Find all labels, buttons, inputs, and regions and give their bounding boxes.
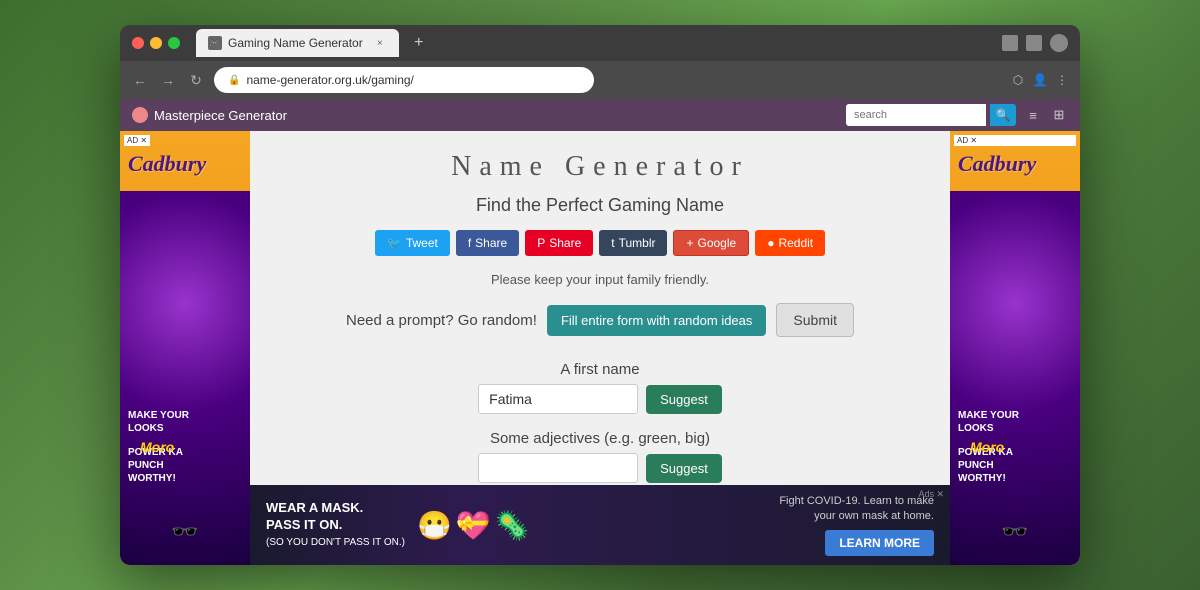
forward-button[interactable]: → [158,70,178,90]
reddit-button[interactable]: ● Reddit [755,230,825,256]
ad-sunglasses-icon-right: 🕶️ [1001,519,1028,545]
ad-badge-right: AD ✕ [954,135,1076,146]
site-name: Masterpiece Generator [154,108,287,123]
learn-more-button[interactable]: LEARN MORE [825,530,934,556]
close-window-button[interactable] [132,37,144,49]
logo-icon [132,107,148,123]
adjectives-label: Some adjectives (e.g. green, big) [490,430,710,447]
google-icon: + [686,236,693,250]
window-icon-2 [1026,35,1042,51]
menu-icon[interactable]: ⋮ [1054,72,1070,88]
bottom-ad-info: Fight COVID-19. Learn to makeyour own ma… [779,494,934,525]
tab-close-button[interactable]: × [373,36,387,50]
adjectives-suggest-button[interactable]: Suggest [646,454,722,483]
ad-right: AD ✕ Cadbury MAKE YOURLOOKS Moro POWER K… [950,131,1080,565]
random-prompt-label: Need a prompt? Go random! [346,312,537,329]
page-subtitle: Find the Perfect Gaming Name [476,195,724,216]
tab-title: Gaming Name Generator [228,36,363,50]
toolbar-search[interactable]: 🔍 [846,104,1016,126]
site-logo[interactable]: Masterpiece Generator [132,107,287,123]
profile-menu-icon[interactable]: 👤 [1032,72,1048,88]
adjectives-input[interactable] [478,453,638,483]
tumblr-icon: t [611,236,614,250]
ad-purple-bg-right [950,191,1080,565]
twitter-icon: 🐦 [387,236,402,250]
bottom-ad-text: WEAR A MASK. PASS IT ON. (SO YOU DON'T P… [266,500,405,551]
site-toolbar: Masterpiece Generator 🔍 ≡ ⊞ [120,99,1080,131]
bottom-ad-right: Fight COVID-19. Learn to makeyour own ma… [542,494,934,557]
ad-text-make-right: MAKE YOURLOOKS [958,409,1019,435]
traffic-lights [132,37,180,49]
heart-emoji: 💝 [456,509,491,542]
url-text: name-generator.org.uk/gaming/ [246,73,413,87]
pinterest-share-button[interactable]: P Share [525,230,593,256]
new-tab-button[interactable]: + [407,31,431,55]
browser-window: 🎮 Gaming Name Generator × + ← → ↻ 🔒 name… [120,25,1080,565]
first-name-input[interactable] [478,384,638,414]
mask-emoji: 😷 [417,509,452,542]
cadbury-logo-right: Cadbury [958,151,1036,177]
bottom-ad-emojis: 😷 💝 🦠 [417,509,530,542]
address-bar-actions: ⬡ 👤 ⋮ [1010,72,1070,88]
address-bar: ← → ↻ 🔒 name-generator.org.uk/gaming/ ⬡ … [120,61,1080,99]
adjectives-row: Suggest [478,453,722,483]
tweet-button[interactable]: 🐦 Tweet [375,230,450,256]
pinterest-icon: P [537,236,545,250]
search-button[interactable]: 🔍 [990,104,1016,126]
maximize-window-button[interactable] [168,37,180,49]
reddit-icon: ● [767,236,774,250]
tab-favicon: 🎮 [208,36,222,50]
window-icon-1 [1002,35,1018,51]
page-content: AD ✕ Cadbury MAKE YOURLOOKS Moro POWER K… [120,131,1080,565]
title-bar-icons [1002,34,1068,52]
ssl-icon: 🔒 [228,75,240,86]
main-content: Name Generator Find the Perfect Gaming N… [250,131,950,565]
first-name-suggest-button[interactable]: Suggest [646,385,722,414]
title-bar: 🎮 Gaming Name Generator × + [120,25,1080,61]
ad-left: AD ✕ Cadbury MAKE YOURLOOKS Moro POWER K… [120,131,250,565]
ad-sunglasses-icon: 🕶️ [171,519,198,545]
first-name-section: A first name Suggest [270,361,930,414]
bottom-ad-banner: WEAR A MASK. PASS IT ON. (SO YOU DON'T P… [250,485,950,565]
facebook-icon: f [468,236,471,250]
first-name-row: Suggest [478,384,722,414]
facebook-share-button[interactable]: f Share [456,230,519,256]
refresh-button[interactable]: ↻ [186,70,206,90]
submit-button[interactable]: Submit [776,303,854,337]
extensions-icon[interactable]: ⬡ [1010,72,1026,88]
adjectives-section: Some adjectives (e.g. green, big) Sugges… [270,430,930,483]
cadbury-logo-left: Cadbury [128,151,206,177]
search-input[interactable] [846,104,986,126]
ad-purple-bg [120,191,250,565]
active-tab[interactable]: 🎮 Gaming Name Generator × [196,29,399,57]
ads-label: Ads ✕ [918,489,944,500]
social-buttons: 🐦 Tweet f Share P Share t Tumblr + Go [375,230,825,256]
back-button[interactable]: ← [130,70,150,90]
google-button[interactable]: + Google [673,230,749,256]
random-row: Need a prompt? Go random! Fill entire fo… [346,303,854,337]
ad-text-make: MAKE YOURLOOKS [128,409,189,435]
toolbar-icon-2[interactable]: ⊞ [1050,106,1068,124]
first-name-label: A first name [560,361,639,378]
family-friendly-notice: Please keep your input family friendly. [491,272,709,287]
fill-random-button[interactable]: Fill entire form with random ideas [547,305,766,336]
profile-icon[interactable] [1050,34,1068,52]
tumblr-button[interactable]: t Tumblr [599,230,667,256]
address-input[interactable]: 🔒 name-generator.org.uk/gaming/ [214,67,594,93]
virus-emoji: 🦠 [495,509,530,542]
ad-badge-left: AD ✕ [124,135,150,146]
minimize-window-button[interactable] [150,37,162,49]
page-title: Name Generator [451,151,749,183]
toolbar-icon-1[interactable]: ≡ [1024,106,1042,124]
